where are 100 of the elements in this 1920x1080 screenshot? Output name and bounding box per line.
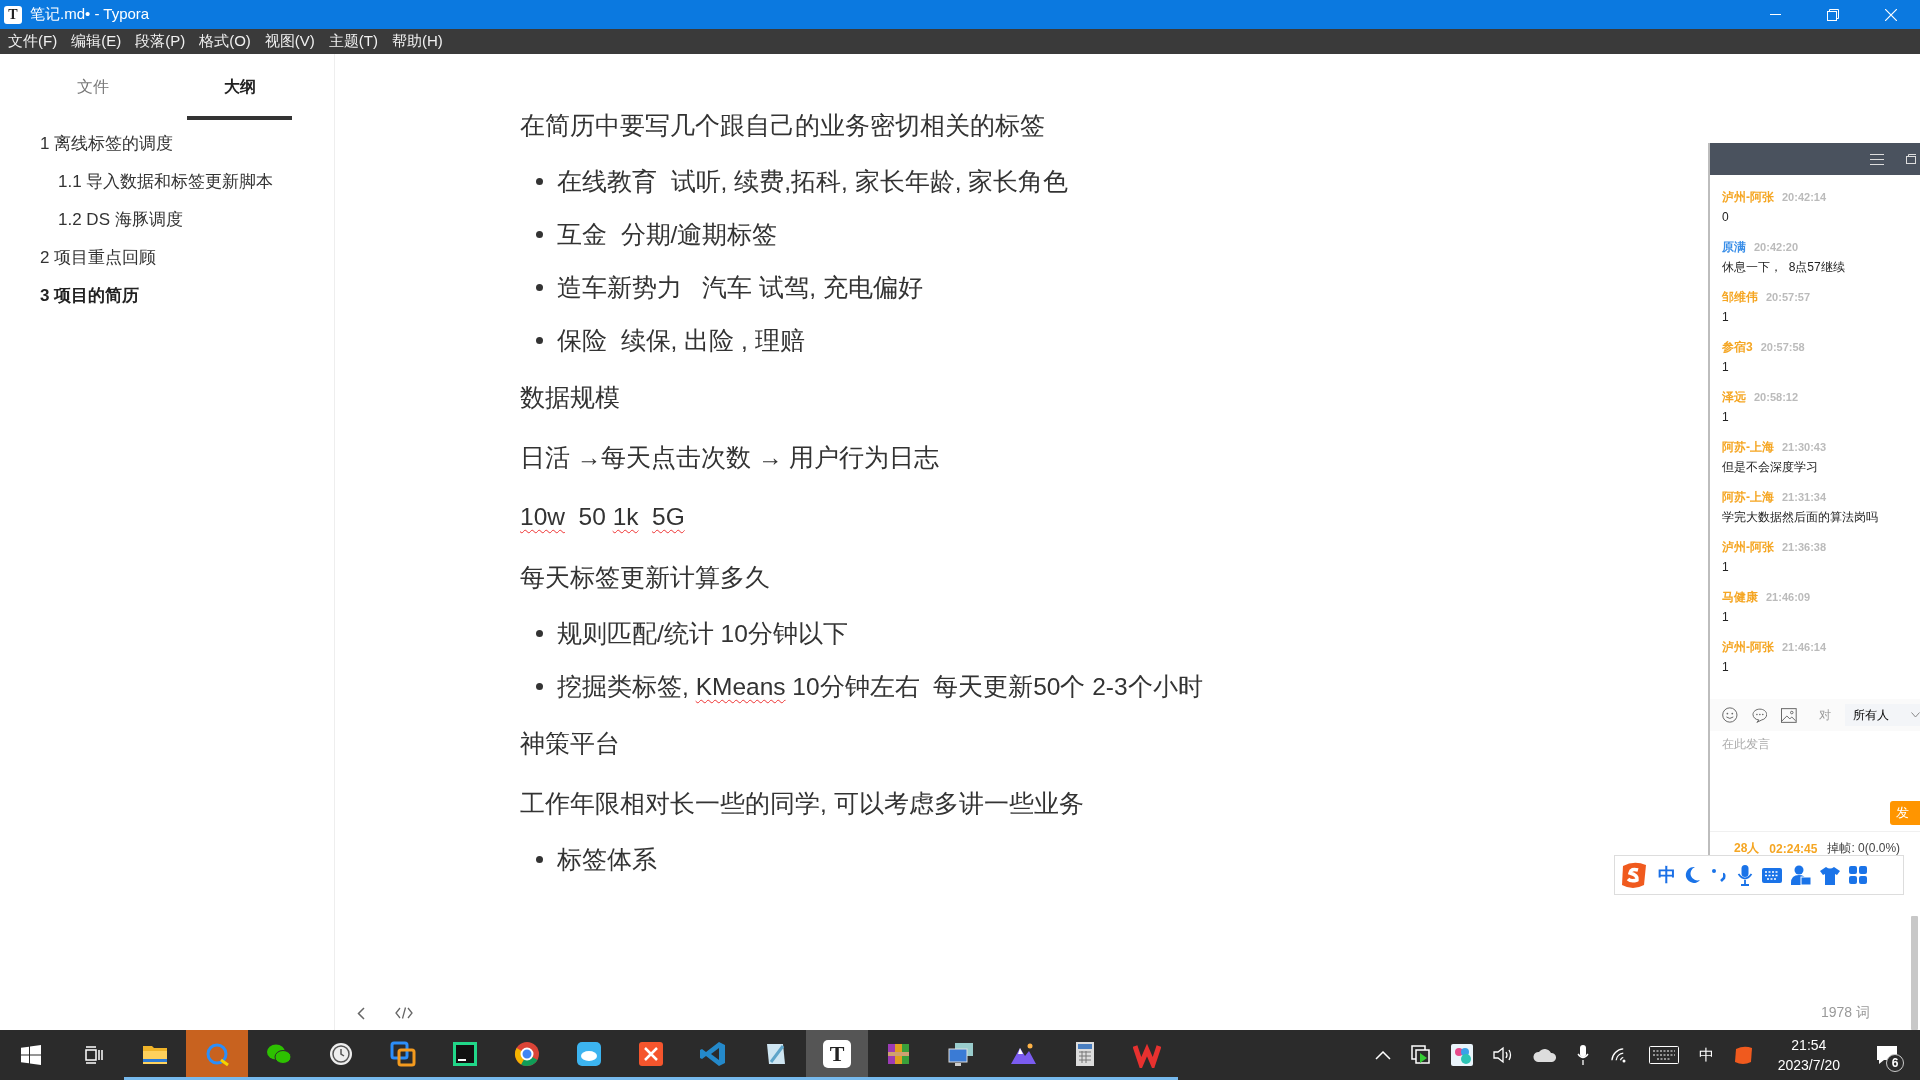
paragraph: 工作年限相对长一些的同学, 可以考虑多讲一些业务 [520,788,1084,819]
sidebar-tab[interactable]: 大纲 [187,54,292,120]
ide-icon [451,1039,479,1068]
paragraph: 日活 →每天点击次数 → 用户行为日志 [520,442,940,473]
speech-bubble-icon[interactable] [1751,707,1768,723]
paragraph: 数据规模 [520,382,620,413]
notification-button[interactable]: 6 [1864,1030,1910,1080]
chevron-up-icon[interactable] [1374,1050,1391,1060]
keyboard-icon[interactable] [1648,1046,1679,1064]
outline-item[interactable]: 2 项目重点回顾 [40,245,157,269]
paragraph: 在简历中要写几个跟自己的业务密切相关的标签 [520,110,1045,141]
recipient-select[interactable]: 所有人 [1845,704,1920,726]
chevron-down-icon [1911,712,1920,718]
sender-name: 原满 [1722,238,1746,256]
window-title: 笔记.md• - Typora [30,5,151,24]
code-editor-icon [699,1039,727,1068]
list-item: 规则匹配/统计 10分钟以下 [557,619,848,649]
bullet-icon [536,284,543,291]
menu-item[interactable]: 视图(V) [257,32,322,51]
menu-item[interactable]: 格式(O) [192,32,258,51]
message-text: 学完大数据然后面的算法岗吗 [1722,508,1878,526]
message-time: 20:57:58 [1760,341,1805,353]
message-time: 21:36:38 [1782,541,1827,553]
message-time: 21:46:14 [1782,641,1827,653]
sender-name: 参宿3 [1722,338,1753,356]
menu-item[interactable]: 段落(P) [128,32,193,51]
outline-item[interactable]: 1.1 导入数据和标签更新脚本 [58,169,274,193]
outline-item[interactable]: 1 离线标签的调度 [40,131,174,155]
moon-icon[interactable] [1685,866,1701,884]
message-text: 但是不会深度学习 [1722,458,1818,476]
smiley-icon[interactable] [1722,707,1738,723]
bullet-icon [536,683,543,690]
menu-item[interactable]: 主题(T) [321,32,385,51]
overlapping-squares-icon [389,1039,417,1068]
sender-name: 阿苏-上海 [1722,438,1774,456]
shirt-icon[interactable] [1820,865,1840,885]
message-time: 21:31:34 [1782,491,1827,503]
list-item: 互金 分期/逾期标签 [557,220,778,250]
clock[interactable]: 21:54 2023/7/20 [1777,1035,1840,1075]
cloud-icon [575,1039,603,1068]
menu-icon[interactable] [1870,153,1884,165]
punctuation-icon[interactable] [1710,868,1728,882]
bullet-icon [536,231,543,238]
bullet-icon [536,856,543,863]
list-item: 在线教育 试听, 续费,拓科, 家长年龄, 家长角色 [557,167,1069,197]
message-text: 1 [1722,410,1729,424]
list-item: 标签体系 [557,845,657,875]
paragraph: 每天标签更新计算多久 [520,562,770,593]
outline-item[interactable]: 1.2 DS 海豚调度 [58,207,183,231]
app-icon: T [4,5,22,24]
task-view-icon [83,1046,103,1064]
ime-logo-icon[interactable] [1619,860,1649,890]
image-icon[interactable] [1781,707,1797,723]
message-time: 20:57:57 [1766,291,1811,303]
dropped-frames: 掉帧: 0(0.0%) [1827,840,1901,857]
sender-name: 阿苏-上海 [1722,488,1774,506]
ime-logo-icon[interactable] [1733,1045,1754,1065]
restore-icon[interactable] [1906,154,1916,164]
scrollbar[interactable] [1911,916,1918,1030]
recipient-label: 对 [1819,706,1831,724]
sender-name: 马健康 [1722,588,1758,606]
paragraph: 神策平台 [520,728,620,759]
windows-logo-icon [21,1045,41,1065]
outline-item[interactable]: 3 项目的简历 [40,283,140,307]
menu-item[interactable]: 帮助(H) [385,32,450,51]
microphone-icon[interactable] [1576,1045,1589,1065]
user-icon[interactable] [1791,865,1811,885]
menu-item[interactable]: 文件(F) [1,32,65,51]
sender-name: 泸州-阿张 [1722,188,1774,206]
screen-share-icon[interactable] [1410,1045,1431,1065]
message-text: 休息一下， 8点57继续 [1722,258,1845,276]
code-icon [395,1007,413,1019]
message-time: 21:30:43 [1782,441,1827,453]
sender-name: 泽远 [1722,388,1746,406]
message-text: 1 [1722,560,1729,574]
message-time: 20:58:12 [1754,391,1799,403]
grid-icon[interactable] [1849,866,1867,884]
volume-icon[interactable] [1492,1046,1513,1064]
app-icon: T [823,1039,851,1068]
bullet-icon [536,337,543,344]
message-text: 1 [1722,660,1729,674]
minimize-icon [1769,14,1781,15]
paragraph: 10w 50 1k 5G [520,503,685,531]
sender-name: 泸州-阿张 [1722,538,1774,556]
sidebar-tab[interactable]: 文件 [40,54,145,120]
list-item: 挖掘类标签, KMeans 10分钟左右 每天更新50个 2-3个小时 [557,672,1203,702]
input-mode-indicator[interactable]: 中 [1698,1045,1714,1065]
message-text: 1 [1722,610,1729,624]
restore-icon [1827,8,1839,21]
ime-mode-toggle[interactable]: 中 [1658,863,1676,887]
tray-app-icon[interactable] [1450,1044,1473,1066]
list-item: 造车新势力 汽车 试驾, 充电偏好 [557,273,923,303]
cloud-icon[interactable] [1532,1048,1557,1062]
message-text: 0 [1722,210,1729,224]
message-time: 20:42:20 [1754,241,1799,253]
online-count: 28人 [1734,840,1760,857]
list-item: 保险 续保, 出险 , 理赔 [557,326,805,356]
sender-name: 邹维伟 [1722,288,1758,306]
taskbar-app-button[interactable]: T [806,1030,868,1080]
menu-item[interactable]: 编辑(E) [64,32,129,51]
